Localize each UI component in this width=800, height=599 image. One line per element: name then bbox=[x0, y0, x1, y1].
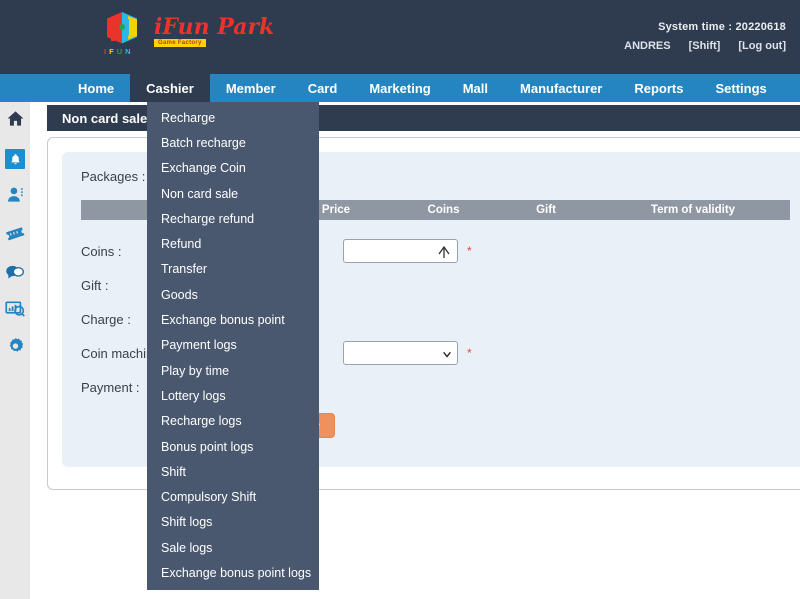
logo-tagline: Game Factory bbox=[154, 38, 206, 47]
coins-input[interactable] bbox=[343, 239, 458, 263]
menu-item-play-by-time[interactable]: Play by time bbox=[147, 358, 319, 383]
stepper-up-icon[interactable] bbox=[435, 242, 453, 261]
nav-item-manufacturer[interactable]: Manufacturer bbox=[504, 74, 618, 102]
sidebar-item-members[interactable] bbox=[0, 178, 30, 216]
nav-item-reports[interactable]: Reports bbox=[618, 74, 699, 102]
menu-item-goods[interactable]: Goods bbox=[147, 282, 319, 307]
coin-machine-select[interactable] bbox=[343, 341, 458, 365]
app-header: IFUN iFun Park Game Factory System time … bbox=[0, 0, 800, 74]
bell-icon bbox=[5, 149, 25, 169]
nav-left-spacer bbox=[0, 74, 62, 102]
menu-item-recharge-refund[interactable]: Recharge refund bbox=[147, 206, 319, 231]
menu-item-exchange-bonus-point-logs[interactable]: Exchange bonus point logs bbox=[147, 560, 319, 585]
system-time: System time : 20220618 bbox=[658, 21, 786, 33]
menu-item-exchange-bonus-point[interactable]: Exchange bonus point bbox=[147, 307, 319, 332]
menu-item-lottery-logs[interactable]: Lottery logs bbox=[147, 383, 319, 408]
user-actions: ANDRES [Shift] [Log out] bbox=[624, 40, 786, 52]
chevron-down-icon bbox=[442, 348, 452, 358]
menu-item-payment-logs[interactable]: Payment logs bbox=[147, 333, 319, 358]
sidebar-item-reports[interactable] bbox=[0, 292, 30, 330]
col-header-term: Term of validity bbox=[650, 204, 736, 216]
sidebar-item-notifications[interactable] bbox=[0, 140, 30, 178]
shift-link[interactable]: [Shift] bbox=[689, 40, 721, 52]
nav-item-card[interactable]: Card bbox=[292, 74, 354, 102]
menu-item-compulsory-shift[interactable]: Compulsory Shift bbox=[147, 484, 319, 509]
sidebar-item-messages[interactable] bbox=[0, 254, 30, 292]
menu-item-shift-logs[interactable]: Shift logs bbox=[147, 510, 319, 535]
nav-item-cashier[interactable]: Cashier bbox=[130, 74, 210, 102]
logo-ipun-text: IFUN bbox=[104, 47, 134, 56]
menu-item-batch-recharge[interactable]: Batch recharge bbox=[147, 130, 319, 155]
home-icon bbox=[6, 109, 25, 133]
user-icon bbox=[6, 185, 25, 209]
menu-item-recharge-logs[interactable]: Recharge logs bbox=[147, 409, 319, 434]
nav-item-member[interactable]: Member bbox=[210, 74, 292, 102]
ticket-icon bbox=[5, 223, 25, 248]
menu-item-transfer[interactable]: Transfer bbox=[147, 257, 319, 282]
menu-item-non-card-sale[interactable]: Non card sale bbox=[147, 181, 319, 206]
sidebar-item-tickets[interactable] bbox=[0, 216, 30, 254]
menu-item-shift[interactable]: Shift bbox=[147, 459, 319, 484]
coin-machine-required-mark: * bbox=[467, 346, 472, 360]
nav-item-home[interactable]: Home bbox=[62, 74, 130, 102]
ifun-cube-logo-icon: IFUN bbox=[98, 7, 146, 56]
sidebar-item-home[interactable] bbox=[0, 102, 30, 140]
menu-item-sale-logs[interactable]: Sale logs bbox=[147, 535, 319, 560]
nav-item-settings[interactable]: Settings bbox=[700, 74, 783, 102]
main-navigation: Home Cashier Member Card Marketing Mall … bbox=[0, 74, 800, 102]
gear-icon bbox=[6, 337, 25, 361]
nav-item-mall[interactable]: Mall bbox=[447, 74, 504, 102]
menu-item-bonus-point-logs[interactable]: Bonus point logs bbox=[147, 434, 319, 459]
logo-wordmark: iFun Park bbox=[154, 13, 275, 40]
menu-item-exchange-coin[interactable]: Exchange Coin bbox=[147, 156, 319, 181]
nav-item-marketing[interactable]: Marketing bbox=[353, 74, 446, 102]
menu-item-refund[interactable]: Refund bbox=[147, 231, 319, 256]
col-header-coins: Coins bbox=[427, 204, 460, 216]
app-root: IFUN iFun Park Game Factory System time … bbox=[0, 0, 800, 599]
report-monitor-icon bbox=[5, 299, 25, 324]
col-header-gift: Gift bbox=[536, 204, 556, 216]
chat-icon bbox=[5, 261, 25, 286]
current-user-name: ANDRES bbox=[624, 40, 671, 52]
sidebar-icon-rail bbox=[0, 102, 30, 599]
coins-required-mark: * bbox=[467, 244, 472, 258]
menu-item-recharge[interactable]: Recharge bbox=[147, 105, 319, 130]
logout-link[interactable]: [Log out] bbox=[738, 40, 786, 52]
sidebar-item-settings[interactable] bbox=[0, 330, 30, 368]
cashier-dropdown-menu: Recharge Batch recharge Exchange Coin No… bbox=[147, 102, 319, 590]
brand-logo[interactable]: IFUN iFun Park Game Factory bbox=[98, 6, 274, 56]
